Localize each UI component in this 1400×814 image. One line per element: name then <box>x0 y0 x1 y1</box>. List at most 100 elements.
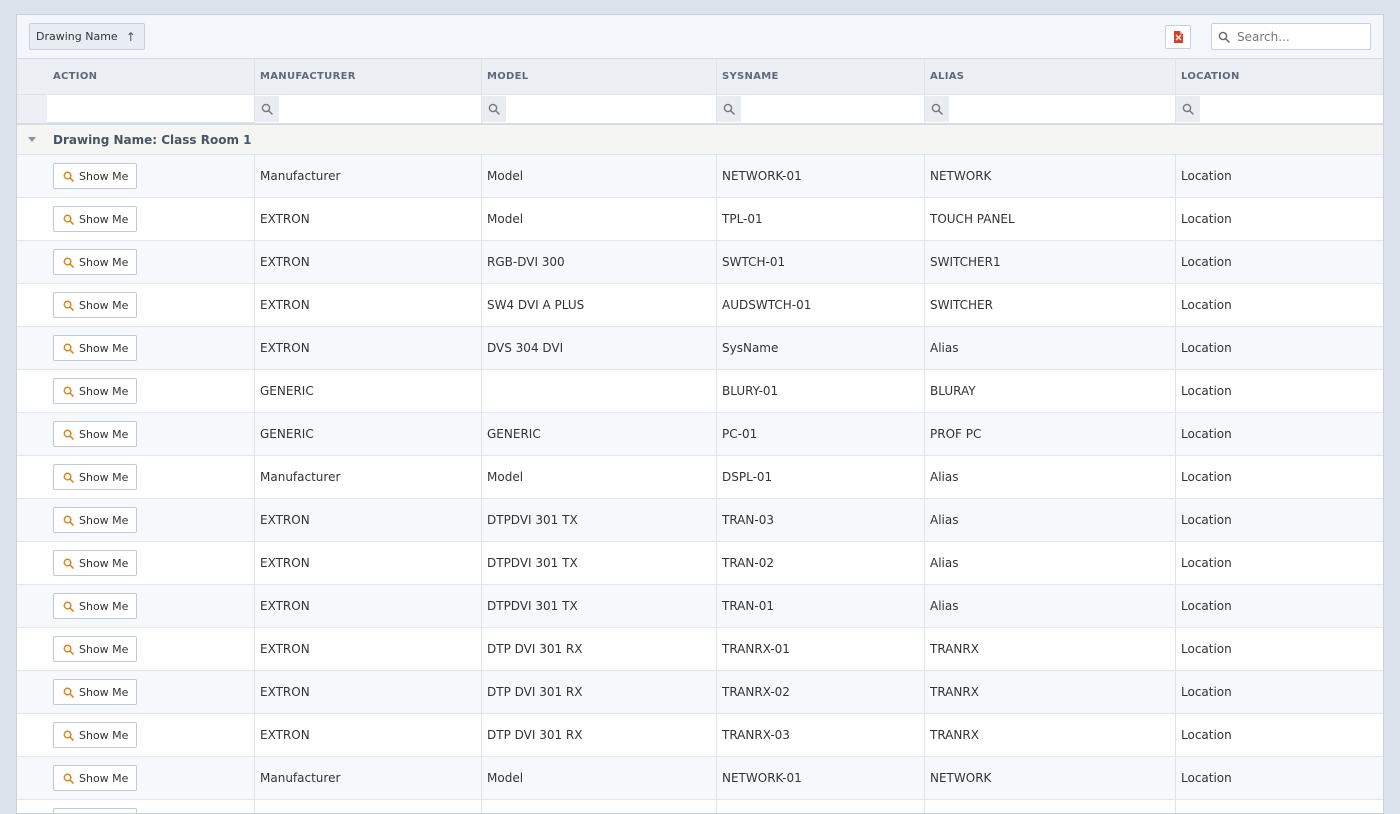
model-cell: DTPDVI 301 TX <box>481 499 716 541</box>
search-icon <box>63 386 74 397</box>
manufacturer-cell: EXTRON <box>254 800 481 813</box>
action-cell: Show Me <box>47 284 254 326</box>
filter-cell-sysname <box>716 95 924 123</box>
column-header-location[interactable]: LOCATION <box>1175 59 1383 94</box>
search-icon[interactable] <box>1176 96 1200 122</box>
alias-cell: Alias <box>924 542 1175 584</box>
group-indent-cell <box>17 671 47 713</box>
show-me-button[interactable]: Show Me <box>53 765 138 791</box>
column-header-alias[interactable]: ALIAS <box>924 59 1175 94</box>
action-cell: Show Me <box>47 585 254 627</box>
show-me-label: Show Me <box>79 298 129 312</box>
alias-cell: Alias <box>924 499 1175 541</box>
manufacturer-cell: Manufacturer <box>254 456 481 498</box>
show-me-label: Show Me <box>79 470 129 484</box>
column-header-sysname[interactable]: SYSNAME <box>716 59 924 94</box>
show-me-button[interactable]: Show Me <box>53 808 138 813</box>
manufacturer-cell: GENERIC <box>254 370 481 412</box>
filter-cell-alias <box>924 95 1175 123</box>
model-cell: IPL 250 <box>481 800 716 813</box>
show-me-button[interactable]: Show Me <box>53 292 138 318</box>
filter-input-location[interactable] <box>1200 95 1383 123</box>
data-grid-panel: Drawing Name ↑ ACTION MANUFACTURER MODEL… <box>16 14 1384 814</box>
sysname-cell: AUDSWTCH-01 <box>716 284 924 326</box>
location-cell: Location <box>1175 800 1383 813</box>
group-row-class-room-1[interactable]: Drawing Name: Class Room 1 <box>17 125 1383 155</box>
show-me-button[interactable]: Show Me <box>53 206 138 232</box>
column-header-model[interactable]: MODEL <box>481 59 716 94</box>
action-cell: Show Me <box>47 499 254 541</box>
manufacturer-cell: EXTRON <box>254 628 481 670</box>
search-icon[interactable] <box>482 96 506 122</box>
table-row: Show Me EXTRON IPL 250 CNTRL-01 ETHER CN… <box>17 800 1383 813</box>
search-icon[interactable] <box>255 96 279 122</box>
manufacturer-cell: EXTRON <box>254 284 481 326</box>
manufacturer-cell: EXTRON <box>254 198 481 240</box>
show-me-button[interactable]: Show Me <box>53 163 138 189</box>
sysname-cell: NETWORK-01 <box>716 155 924 197</box>
group-indent-cell <box>17 757 47 799</box>
group-indent-cell <box>17 370 47 412</box>
model-cell: Model <box>481 456 716 498</box>
column-header-manufacturer[interactable]: MANUFACTURER <box>254 59 481 94</box>
search-icon[interactable] <box>925 96 949 122</box>
export-pdf-button[interactable] <box>1165 25 1191 49</box>
action-cell: Show Me <box>47 413 254 455</box>
table-row: Show Me EXTRON DTP DVI 301 RX TRANRX-01 … <box>17 628 1383 671</box>
show-me-button[interactable]: Show Me <box>53 550 138 576</box>
filter-input-model[interactable] <box>506 95 716 123</box>
global-search-box[interactable] <box>1211 23 1371 50</box>
sysname-cell: TRAN-01 <box>716 585 924 627</box>
group-indent-cell <box>17 327 47 369</box>
filter-input-manufacturer[interactable] <box>279 95 481 123</box>
model-cell: RGB-DVI 300 <box>481 241 716 283</box>
search-icon[interactable] <box>717 96 741 122</box>
show-me-button[interactable]: Show Me <box>53 636 138 662</box>
group-chip-label: Drawing Name <box>36 30 118 43</box>
show-me-button[interactable]: Show Me <box>53 421 138 447</box>
show-me-label: Show Me <box>79 212 129 226</box>
show-me-label: Show Me <box>79 169 129 183</box>
show-me-button[interactable]: Show Me <box>53 679 138 705</box>
filter-input-sysname[interactable] <box>741 95 924 123</box>
action-cell: Show Me <box>47 241 254 283</box>
show-me-button[interactable]: Show Me <box>53 507 138 533</box>
group-by-chip-drawing-name[interactable]: Drawing Name ↑ <box>29 23 145 50</box>
alias-cell: TOUCH PANEL <box>924 198 1175 240</box>
sysname-cell: CNTRL-01 <box>716 800 924 813</box>
caret-down-icon[interactable] <box>17 137 47 142</box>
alias-cell: Alias <box>924 585 1175 627</box>
search-icon <box>63 429 74 440</box>
show-me-label: Show Me <box>79 685 129 699</box>
manufacturer-cell: EXTRON <box>254 542 481 584</box>
show-me-label: Show Me <box>79 427 129 441</box>
sysname-cell: TRANRX-01 <box>716 628 924 670</box>
model-cell: Model <box>481 198 716 240</box>
show-me-label: Show Me <box>79 771 129 785</box>
show-me-button[interactable]: Show Me <box>53 378 138 404</box>
sysname-cell: BLURY-01 <box>716 370 924 412</box>
show-me-button[interactable]: Show Me <box>53 464 138 490</box>
location-cell: Location <box>1175 628 1383 670</box>
action-cell: Show Me <box>47 757 254 799</box>
table-row: Show Me EXTRON SW4 DVI A PLUS AUDSWTCH-0… <box>17 284 1383 327</box>
column-header-action[interactable]: ACTION <box>47 59 254 94</box>
action-cell: Show Me <box>47 456 254 498</box>
alias-cell: NETWORK <box>924 757 1175 799</box>
sort-ascending-arrow-icon[interactable]: ↑ <box>126 30 136 44</box>
show-me-button[interactable]: Show Me <box>53 335 138 361</box>
action-cell: Show Me <box>47 155 254 197</box>
location-cell: Location <box>1175 542 1383 584</box>
show-me-button[interactable]: Show Me <box>53 249 138 275</box>
search-icon <box>63 472 74 483</box>
filter-input-alias[interactable] <box>949 95 1175 123</box>
alias-cell: ETHER CNTRL <box>924 800 1175 813</box>
model-cell: Model <box>481 155 716 197</box>
show-me-button[interactable]: Show Me <box>53 593 138 619</box>
table-row: Show Me Manufacturer Model NETWORK-01 NE… <box>17 155 1383 198</box>
model-cell: DTP DVI 301 RX <box>481 671 716 713</box>
search-input[interactable] <box>1235 28 1365 45</box>
show-me-button[interactable]: Show Me <box>53 722 138 748</box>
location-cell: Location <box>1175 585 1383 627</box>
sysname-cell: TRANRX-03 <box>716 714 924 756</box>
